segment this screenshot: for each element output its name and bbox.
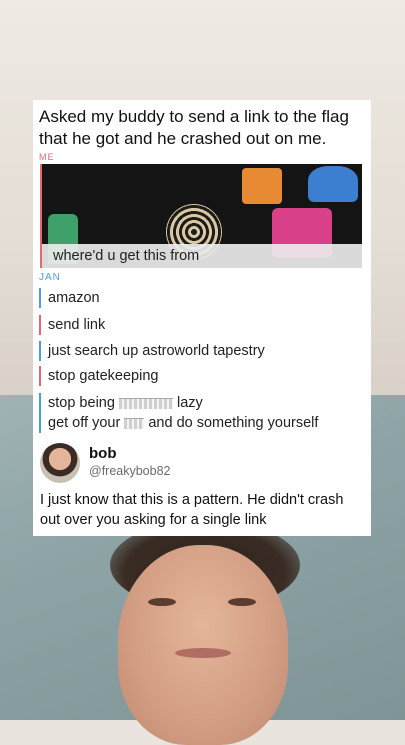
message-line1-start: stop being — [48, 395, 115, 411]
background-person-mouth — [175, 648, 231, 658]
me-label: ME — [39, 152, 55, 160]
jan-label: JAN — [39, 272, 61, 283]
background-person-eye-left — [148, 598, 176, 606]
tapestry-blue-shape — [308, 166, 358, 202]
tapestry-orange-shape — [242, 168, 282, 204]
message-them: amazon — [39, 288, 100, 308]
message-line2-end: and do something yourself — [148, 415, 319, 431]
meme-card: Asked my buddy to send a link to the fla… — [33, 100, 371, 536]
tweet-header: bob @freakybob82 — [40, 443, 364, 487]
tweet-author-handle[interactable]: @freakybob82 — [89, 464, 171, 478]
message-line2-start: get off your — [48, 415, 121, 431]
message-line1-end: lazy — [176, 395, 203, 411]
message-me: stop gatekeeping — [39, 366, 158, 386]
image-message-text: where'd u get this from — [42, 244, 362, 268]
tweet-body: I just know that this is a pattern. He d… — [40, 492, 344, 528]
background-person-eye-right — [228, 598, 256, 606]
background-person-face — [118, 545, 288, 745]
image-message[interactable]: where'd u get this from — [40, 164, 362, 268]
avatar[interactable] — [40, 443, 80, 483]
censored-word — [124, 417, 145, 429]
message-them-multiline: stop being lazy get off your and do some… — [39, 393, 318, 433]
censored-word — [118, 397, 173, 409]
message-me: send link — [39, 315, 105, 335]
message-them: just search up astroworld tapestry — [39, 341, 265, 361]
caption-text: Asked my buddy to send a link to the fla… — [39, 107, 349, 148]
tweet-author-name[interactable]: bob — [89, 445, 117, 462]
